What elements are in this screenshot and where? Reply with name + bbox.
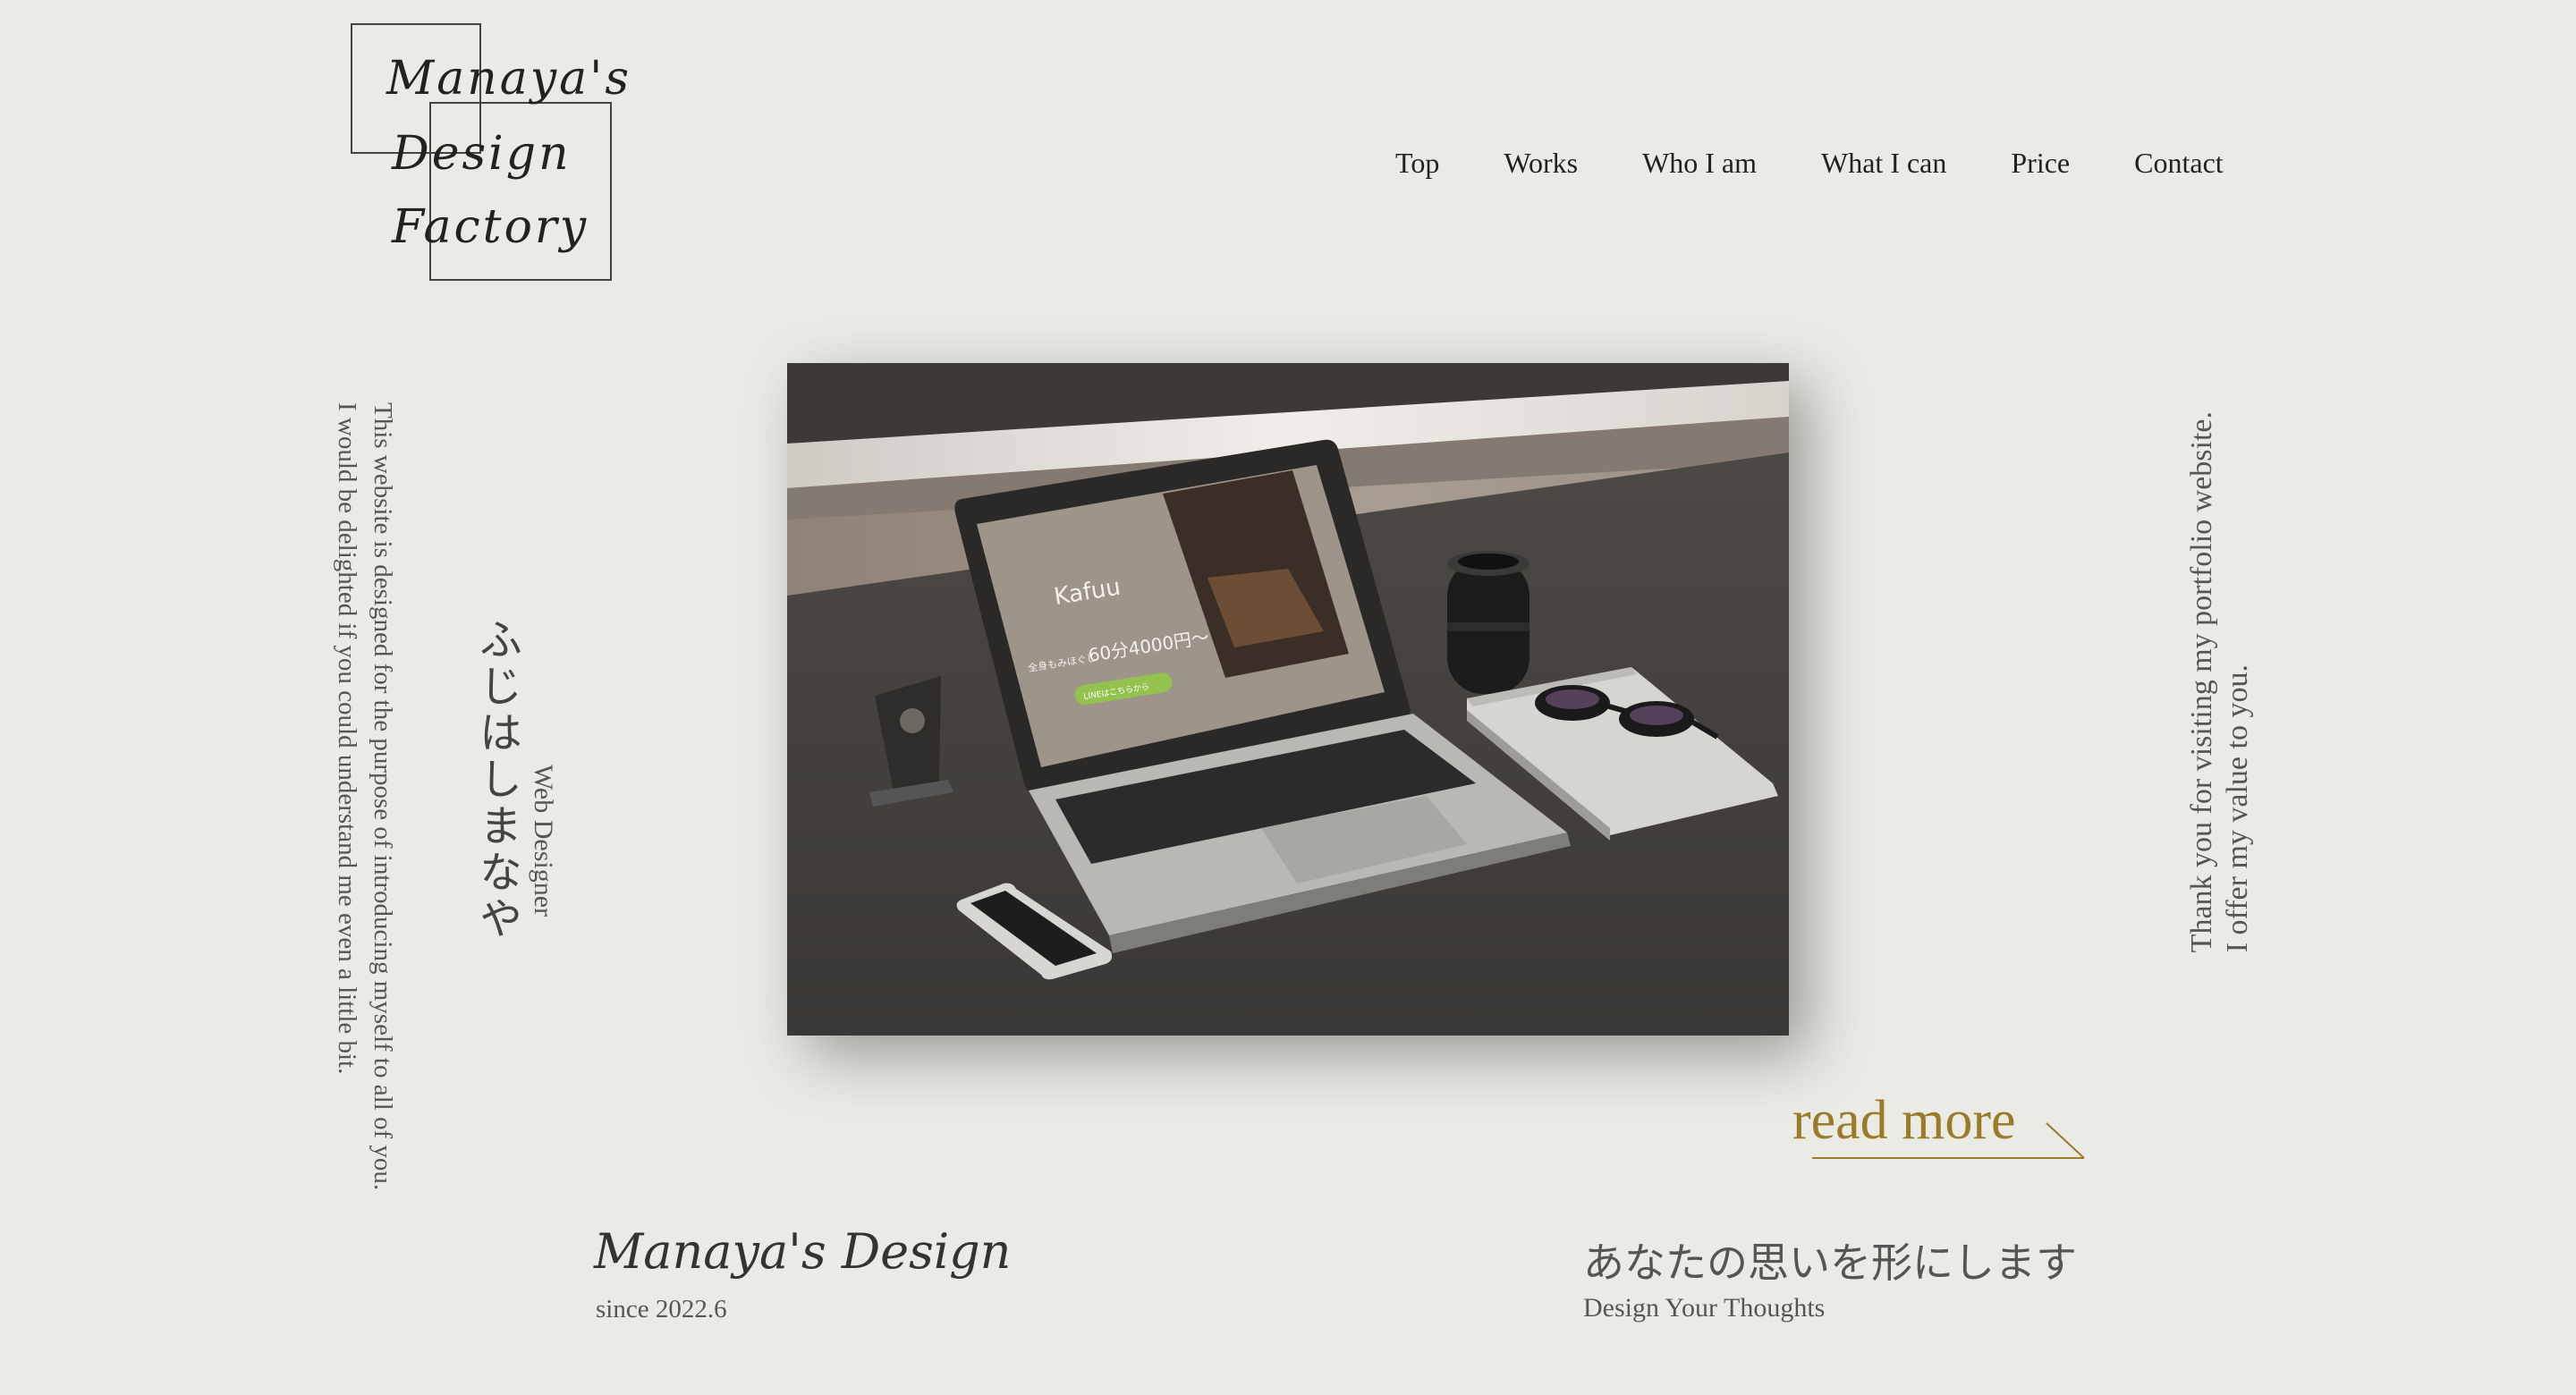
footer-brand: Manaya's Design [594, 1223, 1012, 1280]
intro-line-2: I would be delighted if you could unders… [333, 402, 361, 1075]
nav-price[interactable]: Price [2011, 147, 2070, 180]
logo-line-2: Design [392, 127, 572, 181]
main-nav: Top Works Who I am What I can Price Cont… [1395, 147, 2224, 180]
tagline-jp: あなたの思いを形にします [1583, 1239, 2077, 1287]
nav-contact[interactable]: Contact [2134, 147, 2224, 180]
arrow-icon [1812, 1122, 2085, 1159]
footer-since: since 2022.6 [596, 1295, 727, 1323]
profile-role: Web Designer [529, 765, 558, 917]
nav-top[interactable]: Top [1395, 147, 1439, 180]
thanks-line-1: Thank you for visiting my portfolio webs… [2185, 411, 2218, 953]
read-more-link[interactable]: read more [1792, 1089, 2088, 1161]
hero-image: Kafuu 全身もみほぐし 60分4000円〜 LINEはこちらから [787, 363, 1789, 1036]
tagline-en: Design Your Thoughts [1583, 1293, 1826, 1323]
nav-who-i-am[interactable]: Who I am [1642, 147, 1757, 180]
nav-what-i-can[interactable]: What I can [1821, 147, 1946, 180]
intro-line-1: This website is designed for the purpose… [369, 402, 397, 1191]
profile-name-jp: ふじはしまなや [471, 617, 521, 943]
intro-text: This website is designed for the purpose… [329, 402, 401, 1190]
camera-lens [1447, 551, 1530, 694]
nav-works[interactable]: Works [1504, 147, 1578, 180]
laptop-desk-photo: Kafuu 全身もみほぐし 60分4000円〜 LINEはこちらから [787, 363, 1789, 1036]
logo-line-1: Manaya's [386, 52, 632, 106]
site-logo[interactable]: Manaya's Design Factory [351, 23, 637, 283]
logo-line-3: Factory [392, 200, 589, 254]
thanks-line-2: I offer my value to you. [2221, 664, 2254, 953]
thanks-text: Thank you for visiting my portfolio webs… [2184, 411, 2256, 952]
